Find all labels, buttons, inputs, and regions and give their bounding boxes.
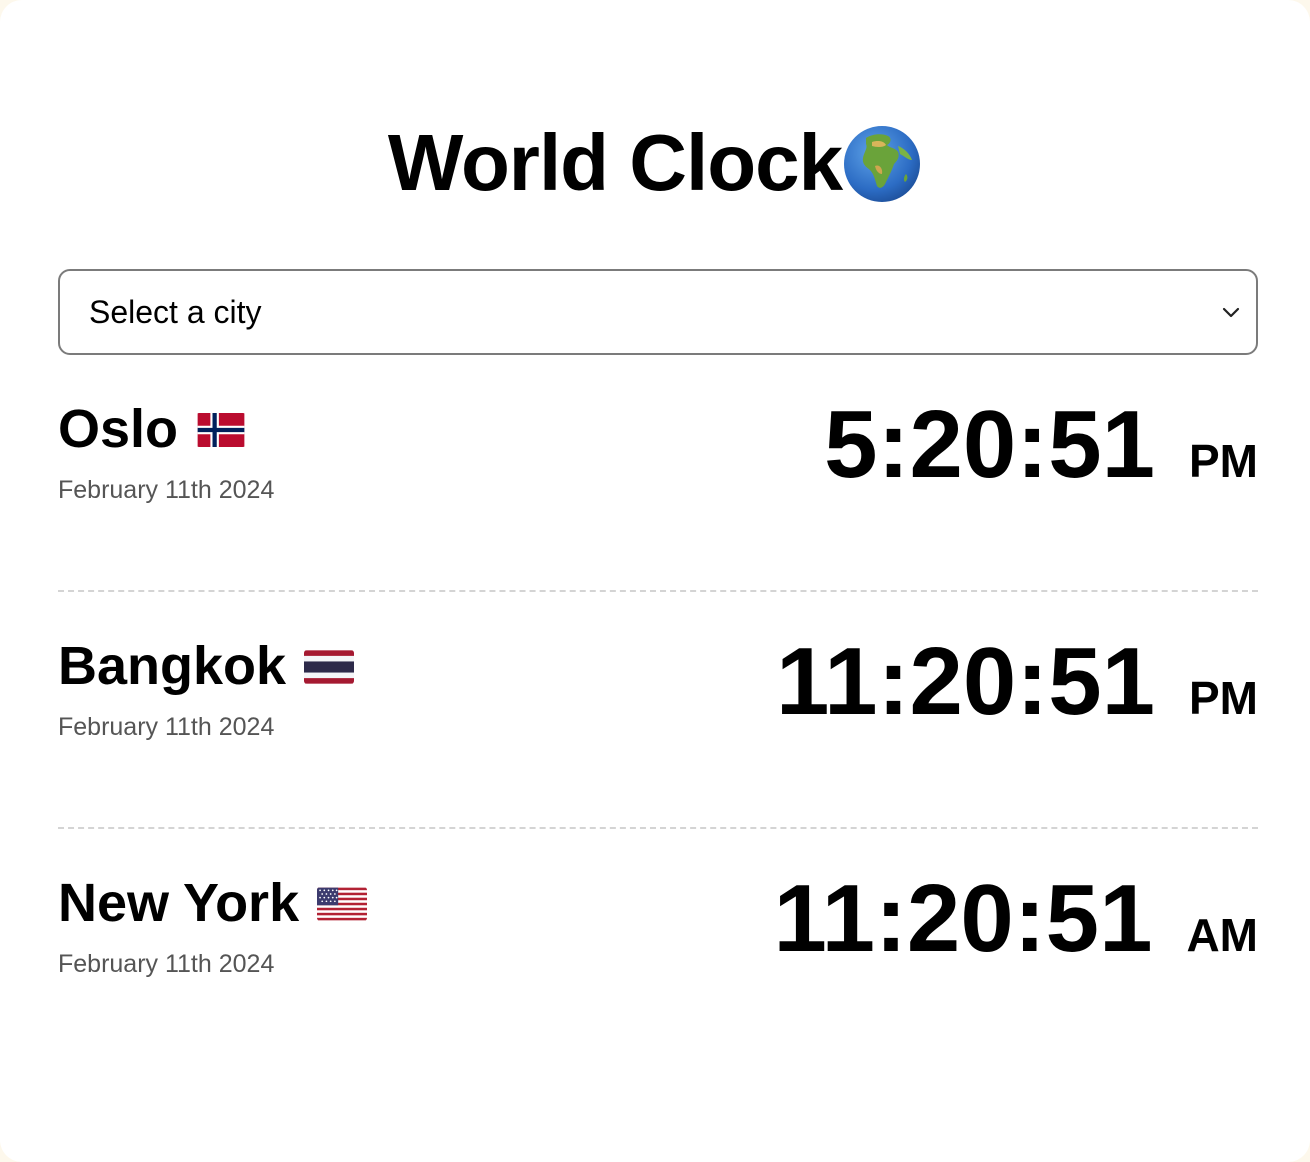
time-value: 5:20:51 bbox=[824, 391, 1155, 498]
city-name-line: New York bbox=[58, 873, 368, 933]
city-date: February 11th 2024 bbox=[58, 950, 275, 978]
city-select[interactable]: Select a city bbox=[58, 269, 1258, 355]
city-date: February 11th 2024 bbox=[58, 713, 275, 741]
globe-africa-icon bbox=[844, 126, 921, 202]
city-row-oslo: Oslo February 11th 2024 5:20:51 PM bbox=[58, 355, 1258, 592]
usa-flag-icon bbox=[317, 887, 368, 921]
city-row-bangkok: Bangkok February 11th 2024 11:20:51 PM bbox=[58, 592, 1258, 829]
header: World Clock bbox=[0, 118, 1310, 208]
city-time: 11:20:51 AM bbox=[773, 869, 1258, 969]
thailand-flag-icon bbox=[304, 650, 355, 684]
city-name-line: Oslo bbox=[58, 399, 246, 459]
city-date: February 11th 2024 bbox=[58, 476, 275, 504]
city-name: Oslo bbox=[58, 399, 179, 459]
city-select-value: Select a city bbox=[89, 293, 262, 330]
city-time: 11:20:51 PM bbox=[776, 632, 1258, 732]
city-name: Bangkok bbox=[58, 636, 287, 696]
city-row-new-york: New York February 11th 2024 11:20:51 AM bbox=[58, 829, 1258, 1066]
city-name: New York bbox=[58, 873, 300, 933]
ampm-label: PM bbox=[1189, 435, 1258, 487]
city-time: 5:20:51 PM bbox=[824, 395, 1258, 495]
ampm-label: PM bbox=[1189, 672, 1258, 724]
city-name-line: Bangkok bbox=[58, 636, 355, 696]
world-clock-card: World Clock Select a city Oslo February … bbox=[0, 0, 1310, 1162]
time-value: 11:20:51 bbox=[773, 865, 1153, 972]
ampm-label: AM bbox=[1186, 909, 1258, 961]
time-value: 11:20:51 bbox=[776, 628, 1155, 735]
chevron-down-icon bbox=[1222, 307, 1240, 318]
page-title: World Clock bbox=[387, 118, 843, 207]
norway-flag-icon bbox=[197, 413, 245, 447]
